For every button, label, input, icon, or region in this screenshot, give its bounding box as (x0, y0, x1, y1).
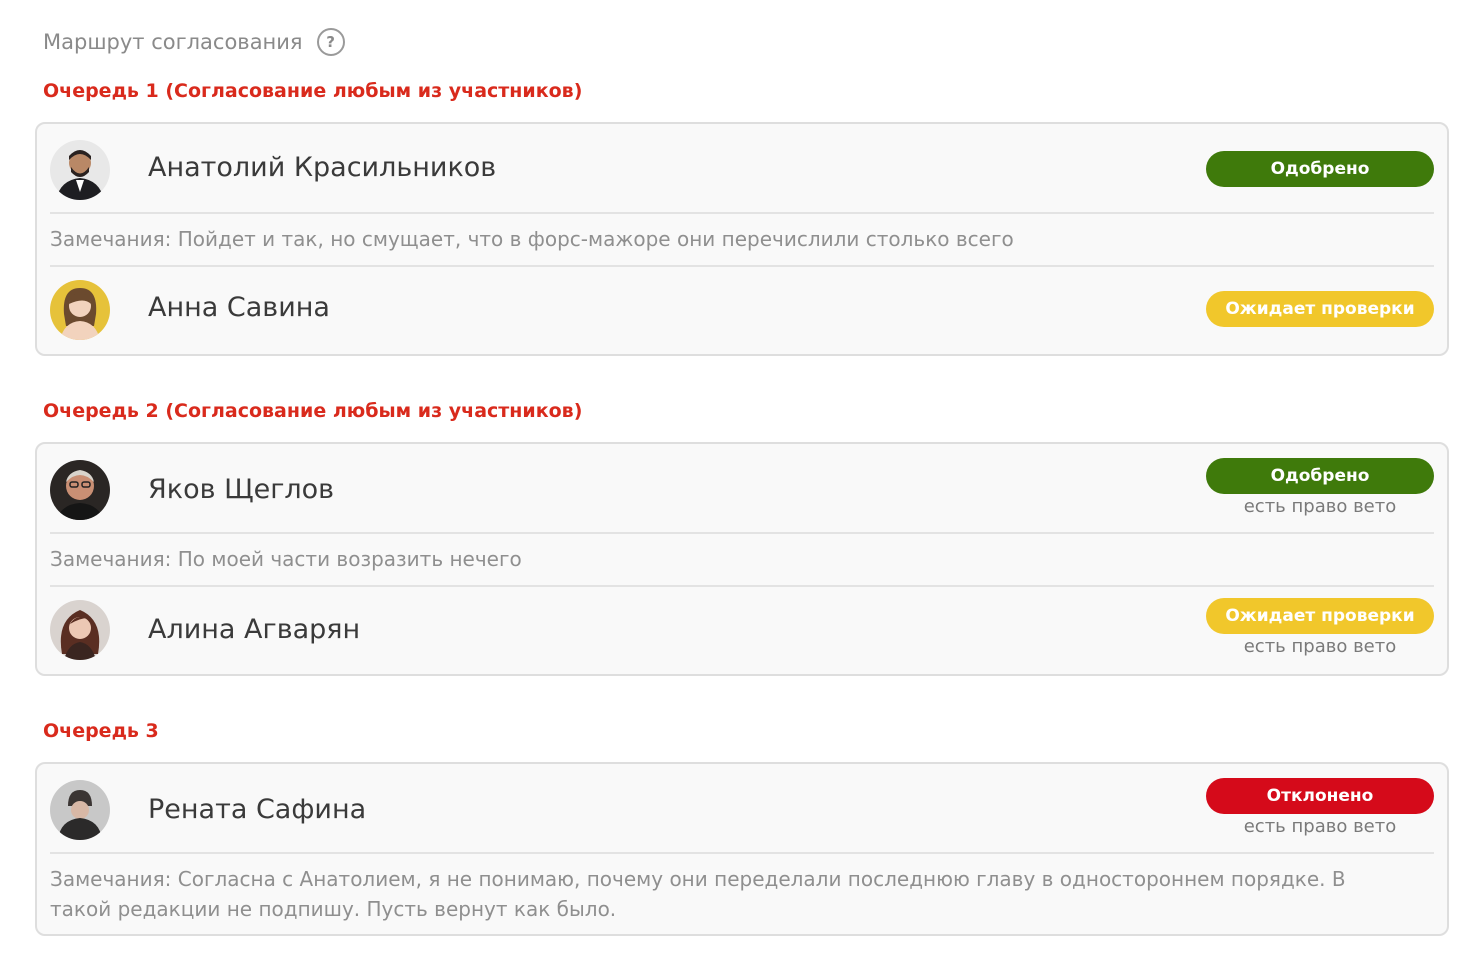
queue-title-3: Очередь 3 (43, 720, 159, 742)
status-badge-pending[interactable]: Ожидает проверки (1206, 291, 1434, 327)
avatar (50, 780, 110, 840)
question-circle-icon[interactable]: ? (316, 28, 345, 56)
avatar (50, 460, 110, 520)
approver-name: Рената Сафина (148, 794, 367, 825)
divider (50, 585, 1434, 587)
avatar (50, 140, 110, 200)
approver-row: Анна Савина Ожидает проверки (50, 280, 1434, 340)
approver-row: Анатолий Красильников Одобрено (50, 140, 1434, 200)
divider (50, 852, 1434, 854)
approver-row: Рената Сафина Отклонено есть право вето (50, 778, 1434, 840)
page-title: Маршрут согласования (43, 30, 303, 54)
divider (50, 265, 1434, 267)
status-badge-approved[interactable]: Одобрено (1206, 151, 1434, 187)
divider (50, 212, 1434, 214)
approver-name: Анна Савина (148, 292, 330, 323)
queue-card-3: Рената Сафина Отклонено есть право вето … (35, 762, 1449, 936)
queue-title-2: Очередь 2 (Согласование любым из участни… (43, 400, 583, 422)
veto-label: есть право вето (1243, 816, 1397, 837)
queue-title-1: Очередь 1 (Согласование любым из участни… (43, 80, 583, 102)
approver-name: Алина Агварян (148, 614, 361, 645)
veto-label: есть право вето (1243, 636, 1397, 657)
queue-card-2: Яков Щеглов Одобрено есть право вето Зам… (35, 442, 1449, 676)
avatar (50, 600, 110, 660)
approver-comment: Замечания: Согласна с Анатолием, я не по… (50, 867, 1346, 921)
approver-name: Анатолий Красильников (148, 152, 497, 183)
approval-route-header: Маршрут согласования ? (43, 28, 345, 56)
status-badge-rejected[interactable]: Отклонено (1206, 778, 1434, 814)
divider (50, 532, 1434, 534)
status-badge-approved[interactable]: Одобрено (1206, 458, 1434, 494)
status-badge-pending[interactable]: Ожидает проверки (1206, 598, 1434, 634)
approver-comment: Замечания: Пойдет и так, но смущает, что… (50, 227, 1014, 251)
approver-comment: Замечания: По моей части возразить нечег… (50, 547, 522, 571)
avatar (50, 280, 110, 340)
approver-row: Алина Агварян Ожидает проверки есть прав… (50, 598, 1434, 660)
veto-label: есть право вето (1243, 496, 1397, 517)
approver-name: Яков Щеглов (148, 474, 335, 505)
queue-card-1: Анатолий Красильников Одобрено Замечания… (35, 122, 1449, 356)
approver-row: Яков Щеглов Одобрено есть право вето (50, 458, 1434, 520)
